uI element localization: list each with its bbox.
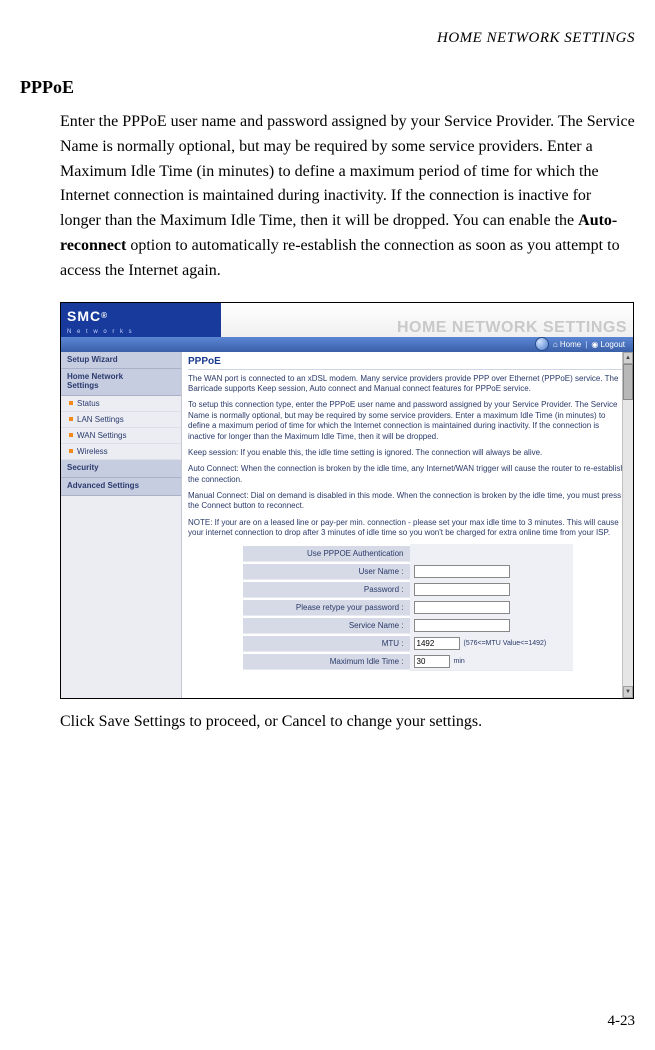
sidebar-advanced[interactable]: Advanced Settings bbox=[61, 478, 181, 496]
page-number: 4-23 bbox=[608, 1013, 636, 1030]
sidebar-item-lan[interactable]: LAN Settings bbox=[61, 412, 181, 428]
content-para-6: NOTE: If your are on a leased line or pa… bbox=[188, 518, 627, 539]
smc-logo: SMC® N e t w o r k s bbox=[61, 303, 221, 337]
banner-title: HOME NETWORK SETTINGS bbox=[397, 319, 627, 337]
bullet-icon bbox=[69, 449, 73, 453]
sidebar-item-wan[interactable]: WAN Settings bbox=[61, 428, 181, 444]
sidebar-item-label: LAN Settings bbox=[77, 415, 124, 424]
sidebar-item-label: WAN Settings bbox=[77, 431, 127, 440]
footer-e: to change your settings. bbox=[326, 713, 482, 730]
scroll-down-icon[interactable]: ▼ bbox=[623, 686, 633, 698]
screenshot-topbar: SMC® N e t w o r k s HOME NETWORK SETTIN… bbox=[61, 303, 633, 337]
logo-subtext: N e t w o r k s bbox=[61, 329, 221, 337]
password-label: Password : bbox=[243, 582, 410, 598]
sidebar-item-wireless[interactable]: Wireless bbox=[61, 444, 181, 460]
logo-reg: ® bbox=[101, 311, 108, 320]
sidebar-setup-wizard[interactable]: Setup Wizard bbox=[61, 352, 181, 370]
service-input[interactable] bbox=[414, 619, 510, 632]
logout-link[interactable]: ◉ Logout bbox=[591, 340, 625, 349]
username-label: User Name : bbox=[243, 564, 410, 580]
sidebar-item-label: Status bbox=[77, 399, 100, 408]
password2-label: Please retype your password : bbox=[243, 600, 410, 616]
globe-icon bbox=[535, 337, 549, 351]
scroll-up-icon[interactable]: ▲ bbox=[623, 352, 633, 364]
auth-label: Use PPPOE Authentication bbox=[243, 546, 410, 562]
password2-input[interactable] bbox=[414, 601, 510, 614]
footer-c: to proceed, or bbox=[185, 713, 281, 730]
router-admin-screenshot: SMC® N e t w o r k s HOME NETWORK SETTIN… bbox=[60, 302, 634, 699]
content-para-1: The WAN port is connected to an xDSL mod… bbox=[188, 374, 627, 395]
logo-text: SMC bbox=[67, 308, 101, 324]
body-paragraph: Enter the PPPoE user name and password a… bbox=[60, 110, 635, 284]
bullet-icon bbox=[69, 433, 73, 437]
sidebar-item-status[interactable]: Status bbox=[61, 396, 181, 412]
content-para-4: Auto Connect: When the connection is bro… bbox=[188, 464, 627, 485]
home-icon: ⌂ bbox=[553, 340, 560, 349]
save-settings-bold: Save Settings bbox=[99, 713, 186, 730]
idle-label: Maximum Idle Time : bbox=[243, 654, 410, 670]
content-para-5: Manual Connect: Dial on demand is disabl… bbox=[188, 491, 627, 512]
service-label: Service Name : bbox=[243, 618, 410, 634]
scroll-thumb[interactable] bbox=[623, 364, 633, 400]
content-para-2: To setup this connection type, enter the… bbox=[188, 400, 627, 442]
logout-icon: ◉ bbox=[591, 340, 600, 349]
sidebar-security[interactable]: Security bbox=[61, 460, 181, 478]
bullet-icon bbox=[69, 417, 73, 421]
footer-a: Click bbox=[60, 713, 99, 730]
username-input[interactable] bbox=[414, 565, 510, 578]
screenshot-toolbar: ⌂ Home | ◉ Logout bbox=[61, 337, 633, 352]
sidebar: Setup Wizard Home Network Settings Statu… bbox=[61, 352, 182, 698]
body-text-b: option to automatically re-establish the… bbox=[60, 237, 620, 279]
idle-input[interactable] bbox=[414, 655, 450, 668]
toolbar-separator: | bbox=[585, 340, 587, 349]
sidebar-item-label: Wireless bbox=[77, 447, 108, 456]
home-link[interactable]: ⌂ Home bbox=[553, 340, 581, 349]
section-title: PPPoE bbox=[20, 77, 635, 98]
content-title: PPPoE bbox=[188, 352, 627, 370]
footer-paragraph: Click Save Settings to proceed, or Cance… bbox=[60, 713, 635, 731]
content-para-3: Keep session: If you enable this, the id… bbox=[188, 448, 627, 458]
body-text-a: Enter the PPPoE user name and password a… bbox=[60, 113, 635, 229]
bullet-icon bbox=[69, 401, 73, 405]
idle-hint: min bbox=[454, 658, 465, 665]
scroll-track[interactable] bbox=[623, 400, 633, 686]
sidebar-home-network[interactable]: Home Network Settings bbox=[61, 369, 181, 396]
cancel-bold: Cancel bbox=[282, 713, 326, 730]
mtu-input[interactable] bbox=[414, 637, 460, 650]
mtu-label: MTU : bbox=[243, 636, 410, 652]
password-input[interactable] bbox=[414, 583, 510, 596]
content-pane: PPPoE The WAN port is connected to an xD… bbox=[182, 352, 633, 698]
vertical-scrollbar[interactable]: ▲ ▼ bbox=[622, 352, 633, 698]
auth-field bbox=[410, 544, 573, 563]
mtu-hint: (576<=MTU Value<=1492) bbox=[464, 640, 547, 647]
page-header: HOME NETWORK SETTINGS bbox=[20, 30, 635, 47]
pppoe-form: Use PPPOE Authentication User Name : Pas… bbox=[243, 545, 573, 671]
